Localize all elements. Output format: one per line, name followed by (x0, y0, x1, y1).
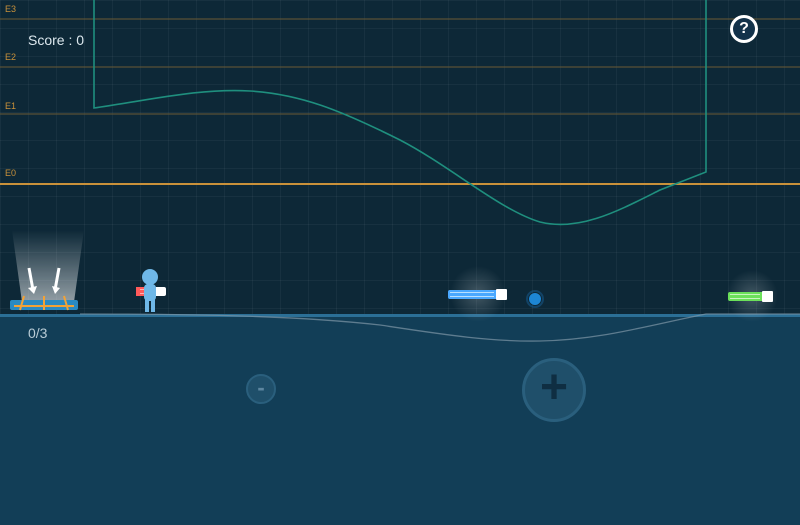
energy-label-e2: E2 (5, 52, 17, 62)
battery-icon (448, 266, 507, 322)
increase-button[interactable]: + (522, 358, 586, 422)
battery-icon (726, 270, 778, 322)
decrease-button[interactable]: - (246, 374, 276, 404)
game-stage[interactable]: E3 E2 E1 E0 Score : 0 0/3 ? - + (0, 0, 800, 525)
help-button[interactable]: ? (730, 15, 758, 43)
battery-counter: 0/3 (28, 325, 48, 341)
score-display: Score : 0 (28, 32, 85, 48)
energy-label-e0: E0 (5, 168, 17, 178)
track-curve (79, 313, 800, 342)
question-mark-icon: ? (733, 18, 755, 40)
scene-graphics (0, 0, 800, 342)
charging-station (10, 230, 84, 311)
energy-label-e1: E1 (5, 101, 17, 111)
ball-icon (526, 290, 544, 308)
potential-energy-curve (93, 0, 707, 226)
minus-label: - (257, 374, 265, 400)
character-icon (136, 269, 166, 312)
plus-label: + (539, 361, 569, 414)
energy-label-e3: E3 (5, 4, 17, 14)
